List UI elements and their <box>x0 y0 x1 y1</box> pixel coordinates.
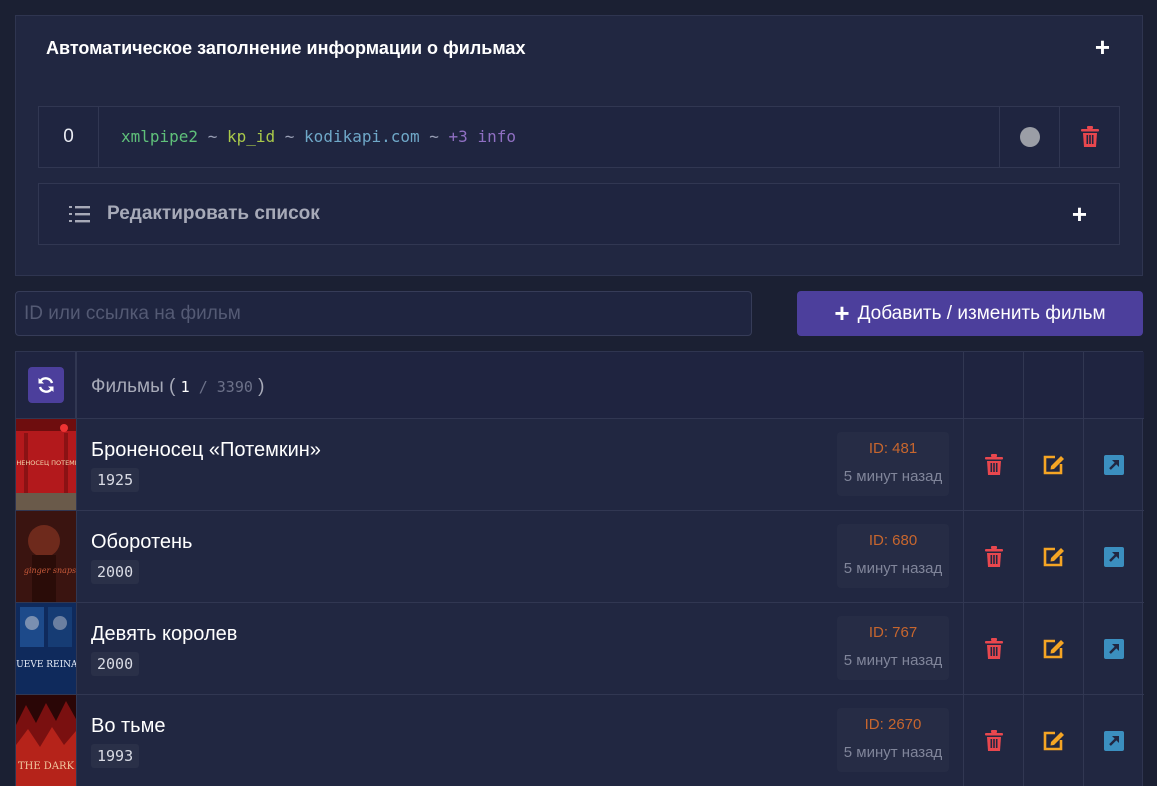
refresh-cell <box>16 352 76 418</box>
external-link-icon <box>1104 454 1124 475</box>
edit-film-button[interactable] <box>1024 695 1084 786</box>
film-row: NUEVE REINAS Девять королев 2000 ID: 767… <box>16 603 1144 695</box>
film-id: ID: 481 <box>868 440 918 457</box>
edit-film-button[interactable] <box>1024 603 1084 694</box>
film-meta: ID: 767 5 минут назад <box>837 616 949 680</box>
list-ordered-icon <box>69 206 90 223</box>
film-meta: ID: 481 5 минут назад <box>837 432 949 496</box>
external-link-icon <box>1104 730 1124 751</box>
trash-icon <box>985 453 1003 475</box>
source-key: kp_id <box>226 127 276 146</box>
source-delete-button[interactable] <box>1059 107 1119 167</box>
films-paren-open: ( <box>163 376 181 397</box>
source-row: 0 xmlpipe2 ~ kp_id ~ kodikapi.com ~ +3 i… <box>38 106 1120 168</box>
film-year: 2000 <box>91 560 140 584</box>
films-current-count: 1 <box>180 378 190 396</box>
source-description[interactable]: xmlpipe2 ~ kp_id ~ kodikapi.com ~ +3 inf… <box>121 127 516 146</box>
source-index: 0 <box>39 107 99 167</box>
external-link-icon <box>1104 546 1124 567</box>
film-title[interactable]: Девять королев <box>91 623 237 646</box>
film-poster[interactable]: THE DARK <box>16 695 76 786</box>
films-paren-close: ) <box>252 376 265 397</box>
edit-list-row[interactable]: Редактировать список + <box>38 183 1120 245</box>
source-separator: ~ <box>198 127 227 146</box>
films-heading: Фильмы ( 1 / 3390 ) <box>91 376 265 398</box>
delete-film-button[interactable] <box>964 603 1024 694</box>
poster-text: БРОНЕНОСЕЦ ПОТЕМКИН <box>16 459 76 467</box>
films-label: Фильмы <box>91 376 164 397</box>
film-row: THE DARK Во тьме 1993 ID: 2670 5 минут н… <box>16 695 1144 786</box>
plus-icon: + <box>1094 32 1110 62</box>
film-year: 1925 <box>91 468 140 492</box>
open-film-button[interactable] <box>1084 511 1144 602</box>
autofill-panel: Автоматическое заполнение информации о ф… <box>15 15 1143 276</box>
plus-icon: + <box>834 297 850 328</box>
add-film-label: Добавить / изменить фильм <box>857 302 1106 324</box>
source-separator: ~ <box>275 127 305 146</box>
films-total-count: 3390 <box>216 378 253 396</box>
film-title[interactable]: Оборотень <box>91 531 192 554</box>
open-film-button[interactable] <box>1084 695 1144 786</box>
delete-film-button[interactable] <box>964 419 1024 510</box>
film-updated-time: 5 минут назад <box>843 744 943 761</box>
films-table: Фильмы ( 1 / 3390 ) БРОНЕНОСЕЦ ПОТЕМКИН … <box>15 351 1144 786</box>
add-source-button[interactable]: + <box>1095 34 1110 60</box>
edit-list-add-button[interactable]: + <box>1072 201 1087 227</box>
edit-icon <box>1043 455 1064 474</box>
edit-icon <box>1043 547 1064 566</box>
film-row: БРОНЕНОСЕЦ ПОТЕМКИН Броненосец «Потемкин… <box>16 419 1144 511</box>
film-year: 1993 <box>91 744 140 768</box>
film-title[interactable]: Броненосец «Потемкин» <box>91 439 321 462</box>
film-id: ID: 767 <box>868 624 918 641</box>
film-row: ginger snaps Оборотень 2000 ID: 680 5 ми… <box>16 511 1144 603</box>
film-meta: ID: 2670 5 минут назад <box>837 708 949 772</box>
source-separator: ~ <box>419 127 449 146</box>
edit-icon <box>1043 639 1064 658</box>
film-poster[interactable]: БРОНЕНОСЕЦ ПОТЕМКИН <box>16 419 76 510</box>
source-domain: kodikapi.com <box>304 127 420 146</box>
edit-film-button[interactable] <box>1024 511 1084 602</box>
film-poster[interactable]: ginger snaps <box>16 511 76 602</box>
film-title[interactable]: Во тьме <box>91 715 165 738</box>
refresh-button[interactable] <box>27 367 64 403</box>
film-search-input[interactable] <box>15 291 752 336</box>
delete-film-button[interactable] <box>964 695 1024 786</box>
external-link-icon <box>1104 638 1124 659</box>
source-extra: +3 info <box>448 127 516 146</box>
edit-film-button[interactable] <box>1024 419 1084 510</box>
delete-film-button[interactable] <box>964 511 1024 602</box>
edit-icon <box>1043 731 1064 750</box>
trash-icon <box>1080 126 1099 147</box>
film-year: 2000 <box>91 652 140 676</box>
films-count-separator: / <box>189 378 217 396</box>
film-poster[interactable]: NUEVE REINAS <box>16 603 76 694</box>
source-status-toggle[interactable] <box>999 107 1059 167</box>
refresh-icon <box>38 377 53 393</box>
film-meta: ID: 680 5 минут назад <box>837 524 949 588</box>
poster-text: THE DARK <box>18 761 75 772</box>
open-film-button[interactable] <box>1084 419 1144 510</box>
poster-text: NUEVE REINAS <box>16 660 76 670</box>
panel-title: Автоматическое заполнение информации о ф… <box>46 38 526 58</box>
add-film-button[interactable]: + Добавить / изменить фильм <box>797 291 1143 336</box>
trash-icon <box>985 637 1003 659</box>
source-type: xmlpipe2 <box>121 127 199 146</box>
film-updated-time: 5 минут назад <box>843 468 943 485</box>
edit-list-label: Редактировать список <box>107 203 320 224</box>
films-table-header: Фильмы ( 1 / 3390 ) <box>16 352 1144 419</box>
poster-text: ginger snaps <box>24 566 76 575</box>
open-film-button[interactable] <box>1084 603 1144 694</box>
film-updated-time: 5 минут назад <box>843 560 943 577</box>
plus-icon: + <box>1071 199 1087 229</box>
status-dot-icon <box>1019 127 1040 147</box>
film-id: ID: 2670 <box>864 716 922 733</box>
film-updated-time: 5 минут назад <box>843 652 943 669</box>
film-id: ID: 680 <box>868 532 918 549</box>
trash-icon <box>985 729 1003 751</box>
trash-icon <box>985 545 1003 567</box>
